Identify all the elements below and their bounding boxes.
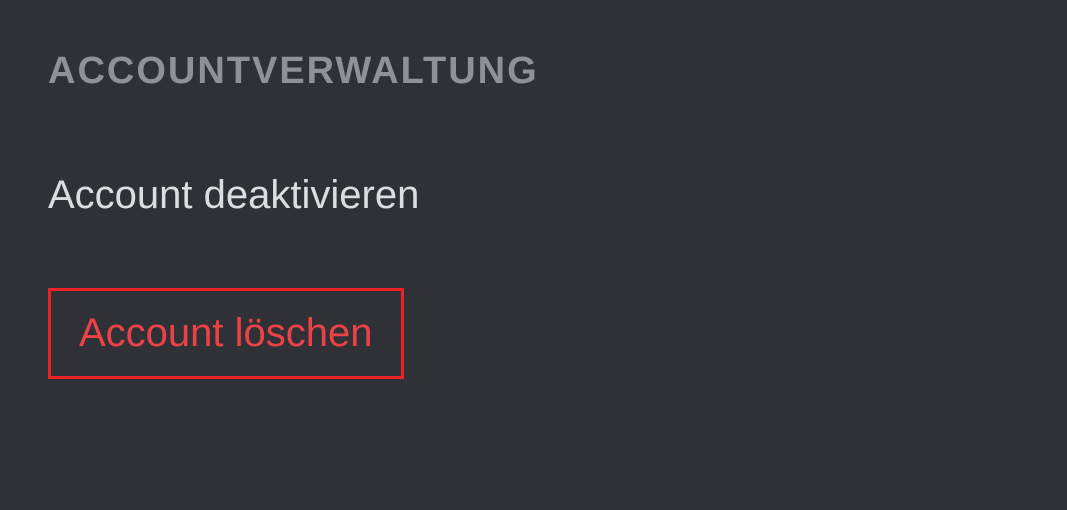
section-heading: ACCOUNTVERWALTUNG [48, 50, 1019, 93]
delete-account-button[interactable]: Account löschen [48, 288, 404, 379]
deactivate-account-button[interactable]: Account deaktivieren [48, 173, 419, 218]
